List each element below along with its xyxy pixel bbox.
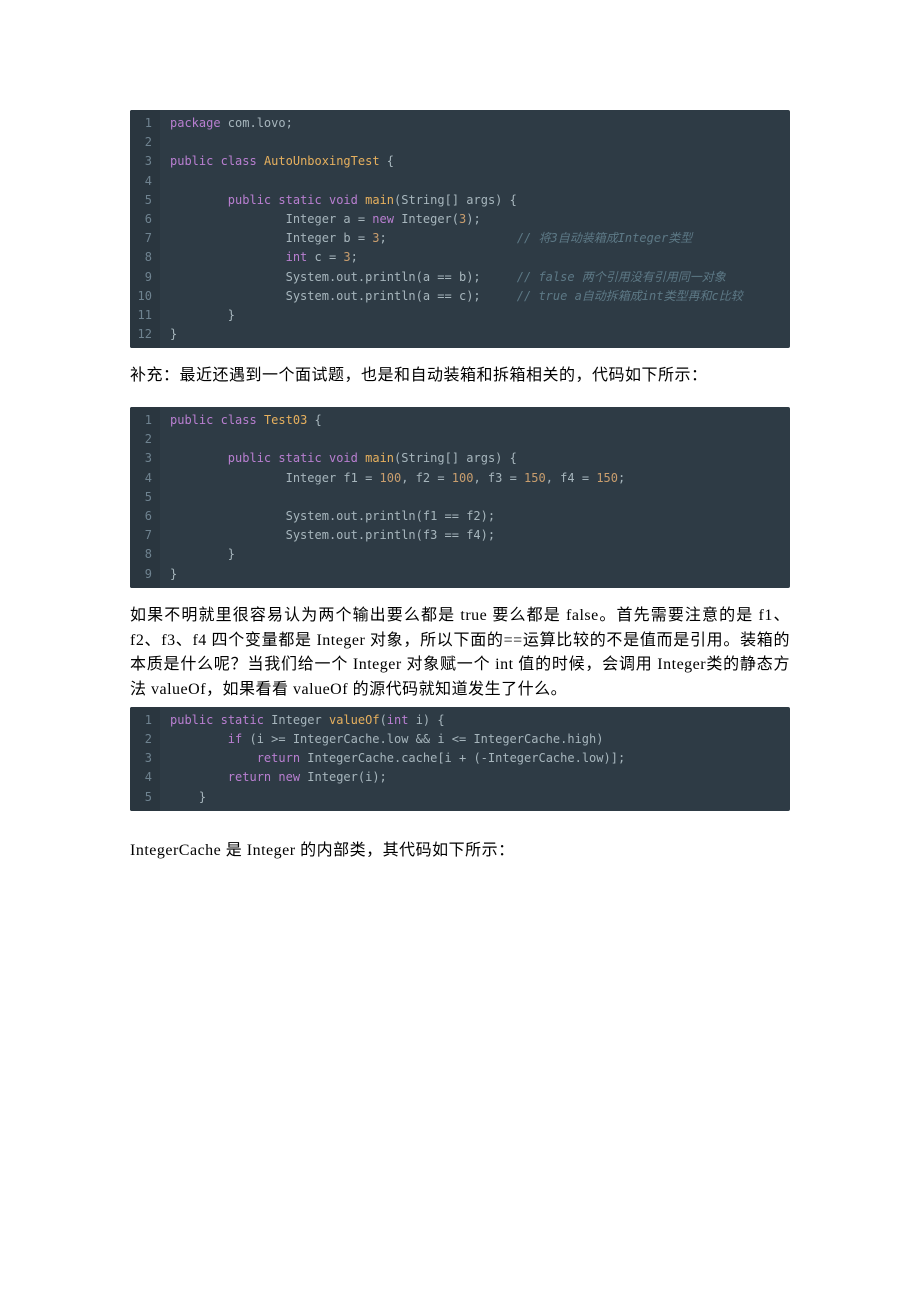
code-gutter: 123456789101112 bbox=[130, 110, 160, 348]
document-page: 123456789101112 package com.lovo; public… bbox=[0, 0, 920, 1302]
paragraph-integercache: IntegerCache 是 Integer 的内部类，其代码如下所示： bbox=[130, 839, 790, 864]
code-block-test03: 123456789 public class Test03 { public s… bbox=[130, 407, 790, 588]
code-block-autounboxing: 123456789101112 package com.lovo; public… bbox=[130, 110, 790, 348]
code-block-valueof: 12345 public static Integer valueOf(int … bbox=[130, 707, 790, 811]
code-body: public static Integer valueOf(int i) { i… bbox=[160, 707, 790, 811]
code-gutter: 12345 bbox=[130, 707, 160, 811]
paragraph-explanation: 如果不明就里很容易认为两个输出要么都是 true 要么都是 false。首先需要… bbox=[130, 604, 790, 703]
code-body: public class Test03 { public static void… bbox=[160, 407, 790, 588]
paragraph-supplement: 补充：最近还遇到一个面试题，也是和自动装箱和拆箱相关的，代码如下所示： bbox=[130, 364, 790, 389]
code-body: package com.lovo; public class AutoUnbox… bbox=[160, 110, 790, 348]
code-gutter: 123456789 bbox=[130, 407, 160, 588]
